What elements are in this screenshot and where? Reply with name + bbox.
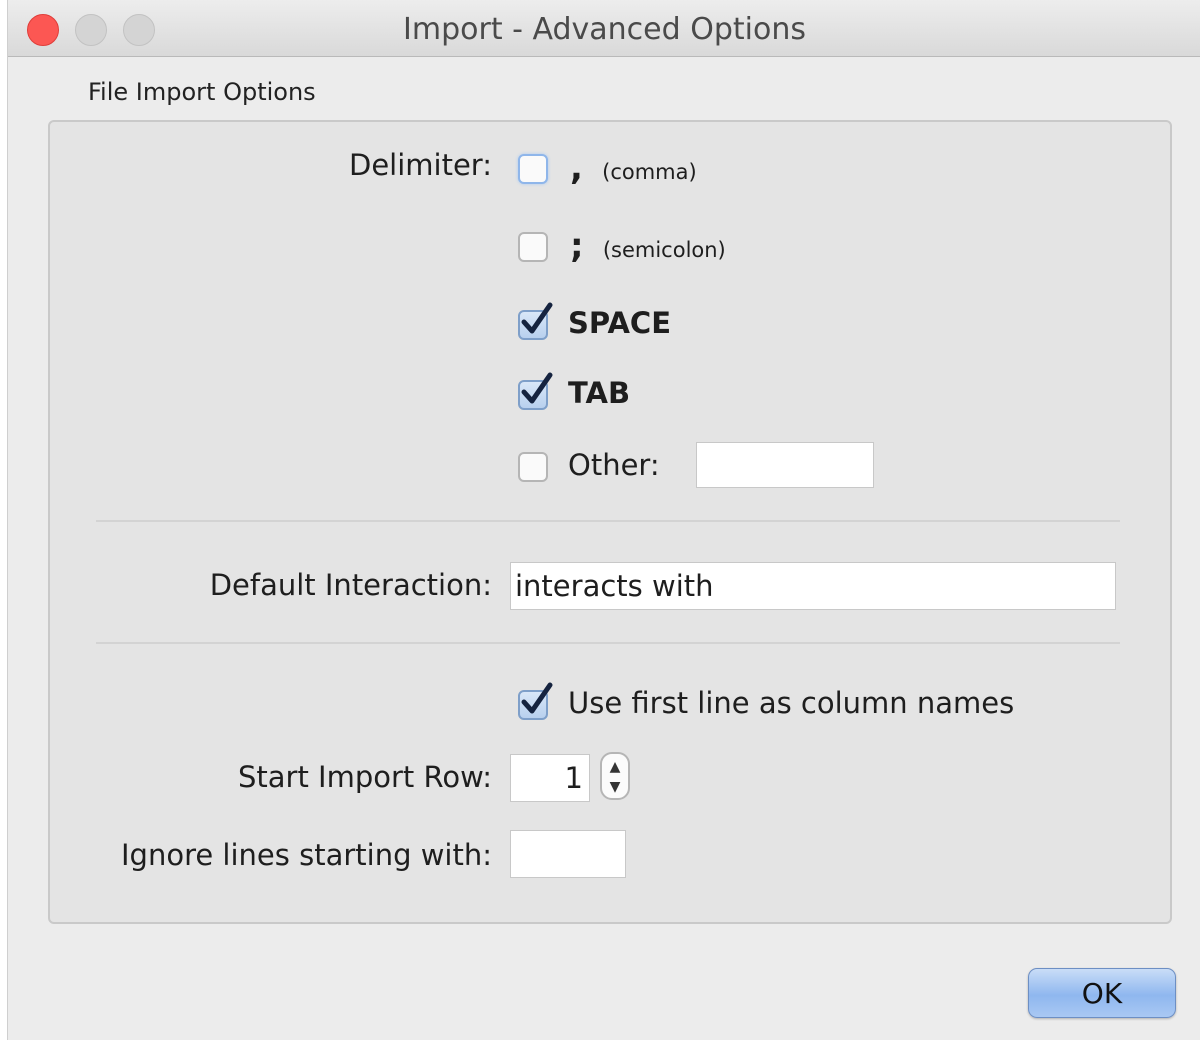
import-advanced-options-window: Import - Advanced Options File Import Op… <box>7 0 1200 1040</box>
checkmark-icon <box>521 682 553 714</box>
tab-option-label: TAB <box>568 376 631 410</box>
divider <box>96 642 1120 644</box>
delimiter-label: Delimiter: <box>349 148 492 182</box>
ignore-lines-input[interactable] <box>510 830 626 878</box>
start-import-row-label: Start Import Row: <box>237 760 492 794</box>
comma-note: (comma) <box>602 160 697 184</box>
comma-checkbox[interactable] <box>518 154 548 184</box>
semicolon-checkbox[interactable] <box>518 232 548 262</box>
semicolon-symbol: ; <box>570 226 584 266</box>
space-option-label: SPACE <box>568 306 672 340</box>
divider <box>96 520 1120 522</box>
arrow-down-icon[interactable]: ▼ <box>602 780 628 794</box>
use-first-line-checkbox[interactable] <box>518 682 553 720</box>
title-bar: Import - Advanced Options <box>8 0 1200 57</box>
other-option-label: Other: <box>568 448 660 482</box>
use-first-line-label: Use first line as column names <box>568 686 1015 720</box>
semicolon-option-label: ; (semicolon) <box>570 226 726 266</box>
semicolon-note: (semicolon) <box>602 238 726 262</box>
start-import-row-input[interactable] <box>510 754 590 802</box>
window-title: Import - Advanced Options <box>403 12 806 47</box>
other-checkbox[interactable] <box>518 452 548 482</box>
arrow-up-icon[interactable]: ▲ <box>602 760 628 774</box>
default-interaction-input[interactable] <box>510 562 1116 610</box>
section-label: File Import Options <box>88 78 316 106</box>
file-import-options-panel: Delimiter: , (comma) ; (semicolon) SPACE… <box>48 120 1172 924</box>
ignore-lines-label: Ignore lines starting with: <box>121 838 492 872</box>
comma-option-label: , (comma) <box>570 148 697 188</box>
default-interaction-label: Default Interaction: <box>209 568 492 602</box>
comma-symbol: , <box>570 148 583 188</box>
tab-checkbox[interactable] <box>518 372 553 410</box>
ok-button[interactable]: OK <box>1028 968 1176 1018</box>
start-row-stepper[interactable]: ▲ ▼ <box>600 752 630 800</box>
other-delimiter-input[interactable] <box>696 442 874 488</box>
checkmark-icon <box>521 372 553 404</box>
space-checkbox[interactable] <box>518 302 553 340</box>
checkmark-icon <box>521 302 553 334</box>
